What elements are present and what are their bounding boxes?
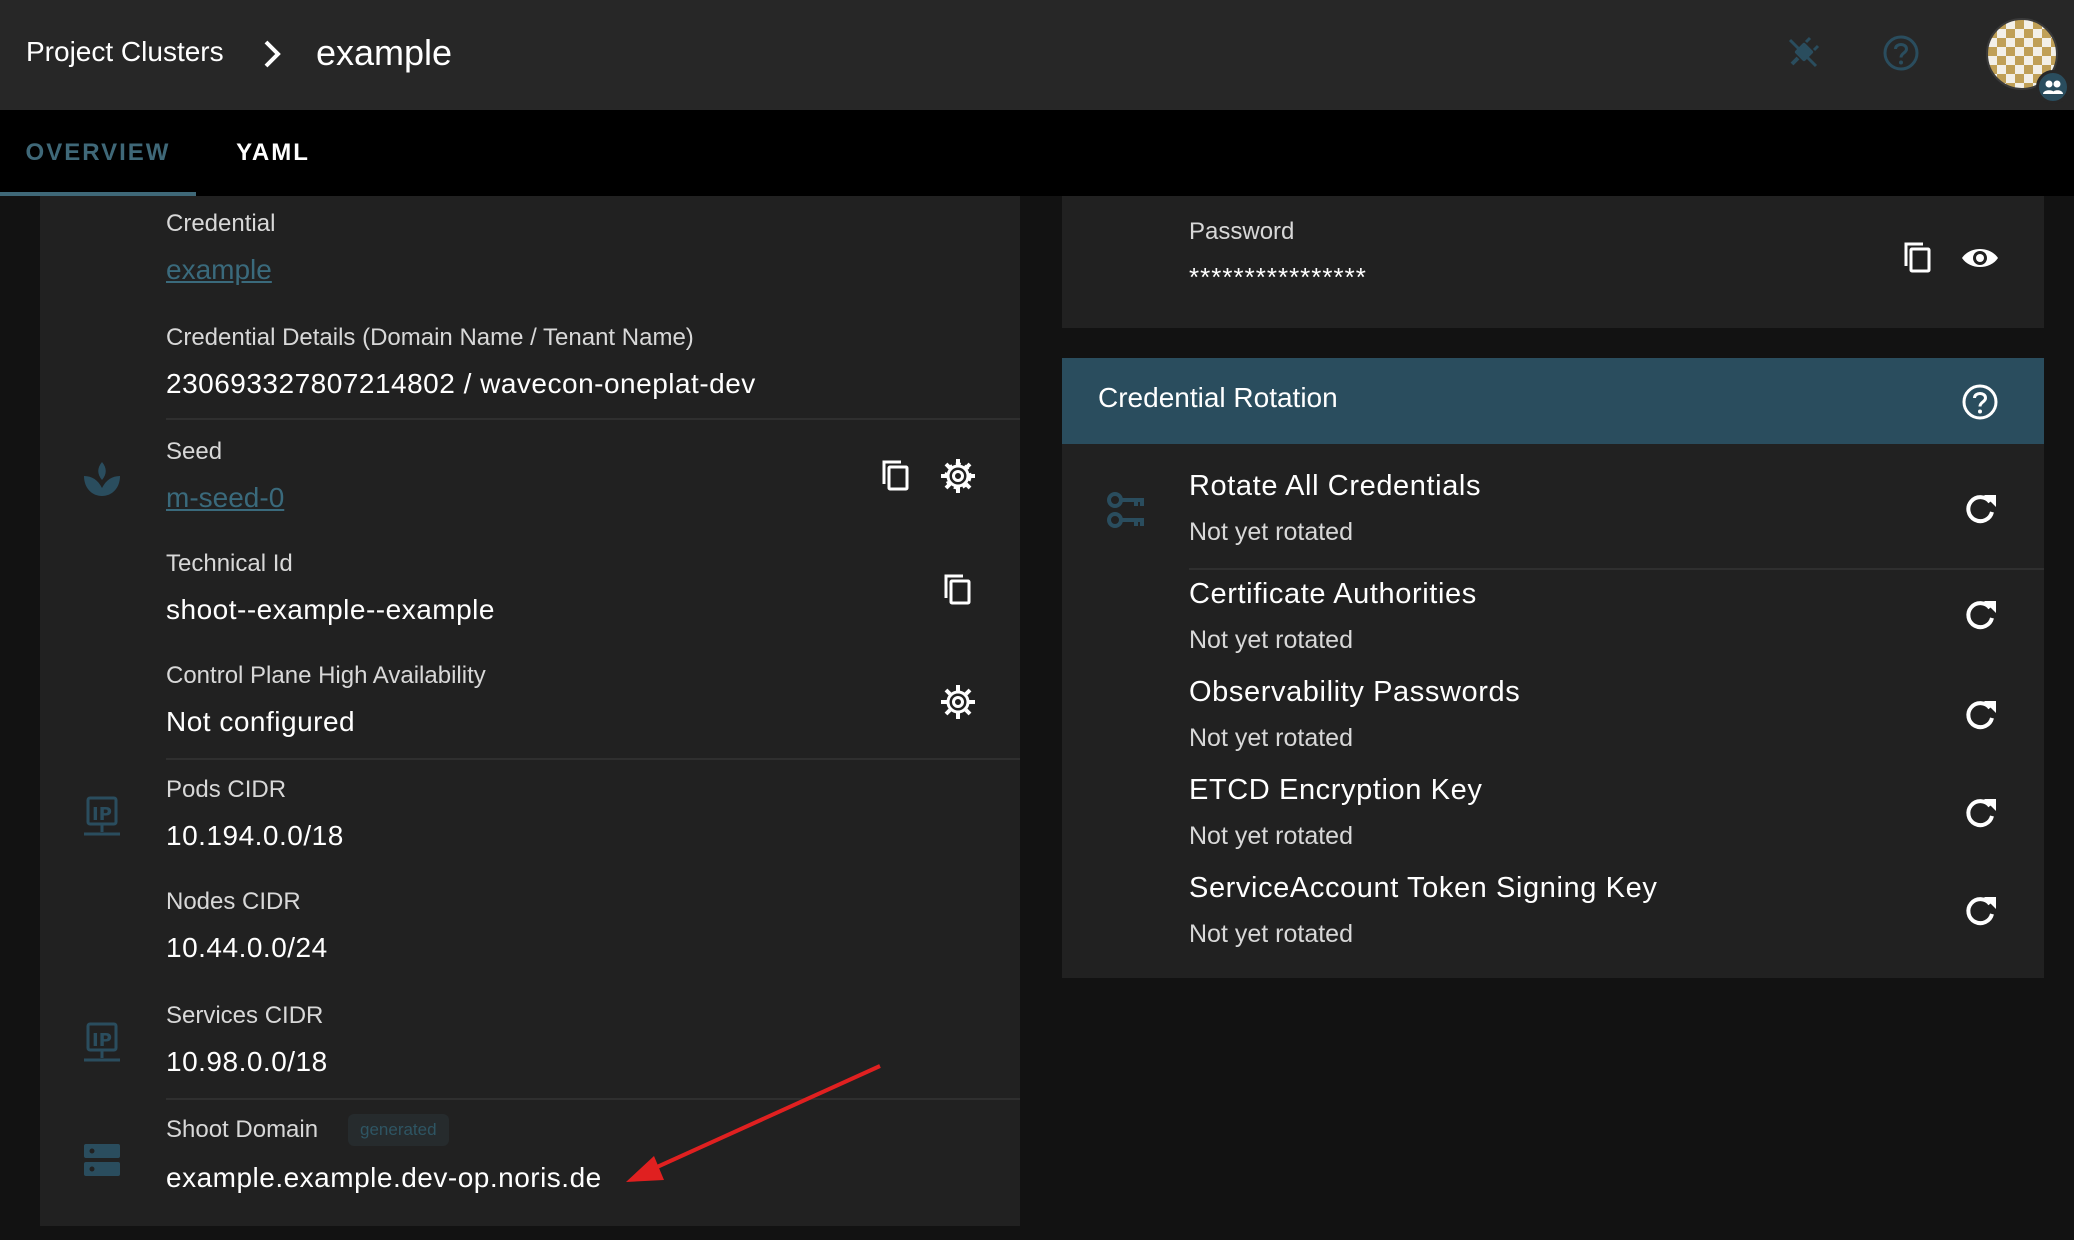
rotation-item-name: ServiceAccount Token Signing Key [1189, 872, 1658, 904]
rotate-refresh-icon[interactable] [1960, 490, 2000, 530]
help-circle-icon[interactable] [1960, 382, 2000, 422]
dns-server-icon [80, 1138, 124, 1182]
divider [166, 1098, 1020, 1100]
breadcrumb-project-clusters[interactable]: Project Clusters [26, 36, 224, 68]
tab-overview[interactable]: Overview [0, 110, 196, 196]
pods-cidr-label: Pods CIDR [166, 776, 287, 803]
generated-chip: generated [348, 1114, 449, 1146]
plug-disconnected-icon[interactable] [1784, 34, 1822, 72]
copy-icon[interactable] [1898, 238, 1938, 278]
seed-label: Seed [166, 438, 223, 465]
ha-label: Control Plane High Availability [166, 662, 486, 689]
annotation-arrow [626, 1064, 881, 1182]
credential-rotation-card: Credential Rotation Rotate All Credentia… [1062, 358, 2044, 978]
pods-cidr-value: 10.194.0.0/18 [166, 820, 344, 851]
copy-icon[interactable] [876, 456, 916, 496]
rotation-item-name: Rotate All Credentials [1189, 470, 1482, 502]
credential-details-label: Credential Details (Domain Name / Tenant… [166, 324, 694, 351]
app-header: Project Clusters example [0, 0, 2074, 110]
rotate-refresh-icon[interactable] [1960, 696, 2000, 736]
services-cidr-value: 10.98.0.0/18 [166, 1046, 328, 1077]
seed-sprout-icon [80, 458, 124, 502]
key-chain-icon [1106, 488, 1150, 532]
svg-text:IP: IP [92, 804, 112, 825]
help-circle-icon[interactable] [1882, 34, 1920, 72]
gear-icon[interactable] [938, 456, 978, 496]
ip-network-icon: IP [80, 1022, 124, 1066]
shoot-domain-label: Shoot Domain [166, 1116, 319, 1143]
rotation-item-name: ETCD Encryption Key [1189, 774, 1483, 806]
ha-value: Not configured [166, 706, 356, 737]
rotate-refresh-icon[interactable] [1960, 892, 2000, 932]
credential-label: Credential [166, 210, 276, 237]
divider [166, 758, 1020, 760]
eye-icon[interactable] [1960, 238, 2000, 278]
rotation-item-status: Not yet rotated [1189, 822, 1353, 850]
rotate-refresh-icon[interactable] [1960, 794, 2000, 834]
password-label: Password [1189, 218, 1295, 245]
credential-rotation-title: Credential Rotation [1098, 382, 1338, 413]
rotation-item-name: Certificate Authorities [1189, 578, 1477, 610]
credential-rotation-header: Credential Rotation [1062, 358, 2044, 444]
ip-network-icon: IP [80, 796, 124, 840]
rotation-item-status: Not yet rotated [1189, 920, 1353, 948]
nodes-cidr-label: Nodes CIDR [166, 888, 301, 915]
breadcrumb-current-cluster: example [316, 32, 453, 73]
password-card: Password **************** [1062, 196, 2044, 328]
services-cidr-label: Services CIDR [166, 1002, 324, 1029]
gear-icon[interactable] [938, 682, 978, 722]
divider [1189, 568, 2044, 570]
rotation-item-name: Observability Passwords [1189, 676, 1521, 708]
svg-text:IP: IP [92, 1030, 112, 1051]
credential-link[interactable]: example [166, 254, 272, 286]
copy-icon[interactable] [938, 570, 978, 610]
breadcrumb-chevron-icon [256, 36, 288, 72]
shoot-domain-value: example.example.dev-op.noris.de [166, 1162, 602, 1193]
password-value: **************** [1189, 262, 1367, 292]
technical-id-value: shoot--example--example [166, 594, 495, 625]
tab-yaml[interactable]: YAML [200, 110, 346, 196]
nodes-cidr-value: 10.44.0.0/24 [166, 932, 328, 963]
rotate-refresh-icon[interactable] [1960, 596, 2000, 636]
technical-id-label: Technical Id [166, 550, 293, 577]
rotation-item-status: Not yet rotated [1189, 626, 1353, 654]
seed-link[interactable]: m-seed-0 [166, 482, 284, 514]
credential-details-value: 230693327807214802 / wavecon-oneplat-dev [166, 368, 756, 399]
rotation-item-status: Not yet rotated [1189, 518, 1353, 546]
divider [166, 418, 1020, 420]
account-group-icon [2036, 70, 2070, 104]
rotation-item-status: Not yet rotated [1189, 724, 1353, 752]
tab-bar: Overview YAML [0, 110, 2074, 196]
